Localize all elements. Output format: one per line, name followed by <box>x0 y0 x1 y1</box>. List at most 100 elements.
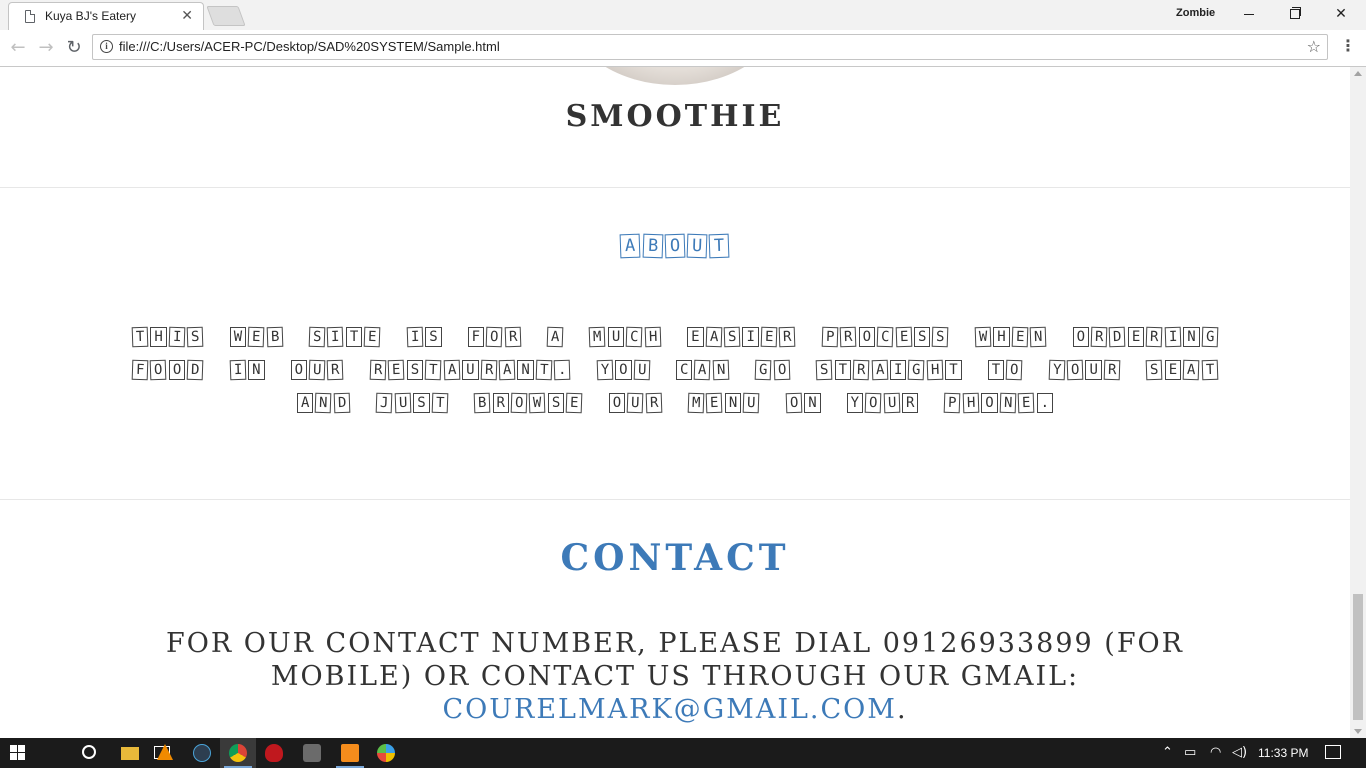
about-word: THIS <box>131 319 205 352</box>
page-scrollbar[interactable] <box>1350 67 1366 738</box>
folder-icon <box>121 747 139 760</box>
about-word: YOU <box>596 352 651 385</box>
about-title-letter: O <box>664 233 686 259</box>
task-view-button[interactable] <box>72 738 170 768</box>
section-divider <box>0 187 1350 188</box>
window-close-button[interactable]: ✕ <box>1318 0 1364 30</box>
chrome-button[interactable] <box>220 738 256 768</box>
page-content: SMOOTHIE ABOUT THISWEBSITEISFORAMUCHEASI… <box>0 67 1350 738</box>
about-word: YOUR <box>846 385 920 418</box>
contact-text-body: FOR OUR CONTACT NUMBER, PLEASE DIAL 0912… <box>165 628 1185 692</box>
about-title-letter: B <box>642 233 664 259</box>
vlc-icon <box>157 744 173 760</box>
notification-icon[interactable] <box>1325 745 1341 759</box>
contact-text-end: . <box>896 694 908 725</box>
about-word: SEAT <box>1145 352 1219 385</box>
email-link[interactable]: COURELMARK@GMAIL.COM <box>442 694 897 725</box>
about-word: STRAIGHT <box>815 352 963 385</box>
about-title-letter: T <box>708 233 731 259</box>
bookmark-star-icon[interactable]: ☆ <box>1307 37 1321 56</box>
about-word: FOR <box>467 319 522 352</box>
tab-close-icon[interactable]: ✕ <box>181 8 193 24</box>
game-button[interactable] <box>256 738 292 768</box>
taskbar: ⌃ ▭ ◠ ◁) 11:33 PM <box>0 738 1366 768</box>
about-word: MUCH <box>588 319 662 352</box>
battery-icon[interactable]: ▭ <box>1184 738 1196 768</box>
profile-name[interactable]: Zombie <box>1176 7 1215 19</box>
game-icon <box>265 744 283 762</box>
about-word: PHONE. <box>943 385 1054 418</box>
about-word: MENU <box>687 385 761 418</box>
paint-icon <box>377 744 395 762</box>
back-button[interactable]: ← <box>6 36 30 60</box>
about-word: GO <box>754 352 791 385</box>
about-word: TO <box>987 352 1024 385</box>
scroll-down-icon[interactable] <box>1354 729 1362 734</box>
forward-button[interactable]: → <box>34 36 58 60</box>
about-word: BROWSE <box>473 385 584 418</box>
browser-tab[interactable]: Kuya BJ's Eatery ✕ <box>8 2 204 30</box>
about-word: IN <box>229 352 266 385</box>
vlc-button[interactable] <box>148 738 184 768</box>
section-divider <box>0 499 1350 500</box>
browser-toolbar: ← → ↻ i file:///C:/Users/ACER-PC/Desktop… <box>0 30 1366 67</box>
about-word: FOOD <box>131 352 205 385</box>
about-word: AND <box>296 385 351 418</box>
volume-icon[interactable]: ◁) <box>1232 738 1247 768</box>
browser-titlebar: Kuya BJ's Eatery ✕ Zombie ✕ <box>0 0 1366 31</box>
new-tab-button[interactable] <box>206 6 246 26</box>
contact-title: CONTACT <box>560 537 790 579</box>
tanks-button[interactable] <box>294 738 330 768</box>
restore-button[interactable] <box>1272 0 1318 30</box>
scroll-thumb[interactable] <box>1353 594 1363 720</box>
sublime-icon <box>341 744 359 762</box>
about-word: EASIER <box>686 319 797 352</box>
app-icon <box>193 744 211 762</box>
about-title-letter: U <box>686 233 708 259</box>
about-word: WHEN <box>974 319 1048 352</box>
about-word: OUR <box>290 352 345 385</box>
browser-menu-icon[interactable]: ⋮ <box>1338 34 1358 58</box>
scroll-up-icon[interactable] <box>1354 71 1362 76</box>
about-word: YOUR <box>1048 352 1122 385</box>
file-explorer-button[interactable] <box>112 738 148 768</box>
paint-button[interactable] <box>368 738 404 768</box>
about-text: THIS WEB SITE IS FOR A MUCH EASIER PROCESS WHEN OR… <box>105 319 1245 418</box>
smoothie-image <box>563 67 787 85</box>
page-icon <box>25 10 35 23</box>
about-word: ON <box>785 385 822 418</box>
sublime-button[interactable] <box>332 738 368 768</box>
restore-icon <box>1290 7 1301 19</box>
about-word: CAN <box>675 352 730 385</box>
about-word: SITE <box>308 319 382 352</box>
close-icon: ✕ <box>1335 6 1347 22</box>
menu-item-title: SMOOTHIE <box>565 99 785 134</box>
about-word: WEB <box>229 319 284 352</box>
contact-text: FOR OUR CONTACT NUMBER, PLEASE DIAL 0912… <box>115 627 1235 726</box>
start-button[interactable] <box>0 738 36 768</box>
about-word: ORDERING <box>1072 319 1220 352</box>
chrome-icon <box>229 744 247 762</box>
about-title-letter: A <box>619 233 642 259</box>
tank-icon <box>303 744 321 762</box>
wifi-icon[interactable]: ◠ <box>1210 738 1221 768</box>
clock[interactable]: 11:33 PM <box>1258 738 1308 768</box>
url-text[interactable]: file:///C:/Users/ACER-PC/Desktop/SAD%20S… <box>119 39 500 54</box>
about-word: A <box>546 319 564 352</box>
about-word: RESTAURANT. <box>369 352 572 385</box>
about-word: OUR <box>608 385 663 418</box>
about-word: JUST <box>375 385 449 418</box>
app-button[interactable] <box>184 738 220 768</box>
tab-title: Kuya BJ's Eatery <box>45 9 136 23</box>
search-button[interactable] <box>36 738 96 768</box>
address-bar[interactable]: i file:///C:/Users/ACER-PC/Desktop/SAD%2… <box>92 34 1328 60</box>
about-word: IS <box>406 319 443 352</box>
minimize-button[interactable] <box>1226 0 1272 30</box>
about-title: ABOUT <box>0 233 1350 259</box>
minimize-icon <box>1244 13 1254 15</box>
about-word: PROCESS <box>821 319 950 352</box>
reload-button[interactable]: ↻ <box>62 36 86 60</box>
tray-expand-icon[interactable]: ⌃ <box>1162 738 1173 768</box>
windows-icon <box>10 745 26 761</box>
info-icon[interactable]: i <box>100 40 113 53</box>
